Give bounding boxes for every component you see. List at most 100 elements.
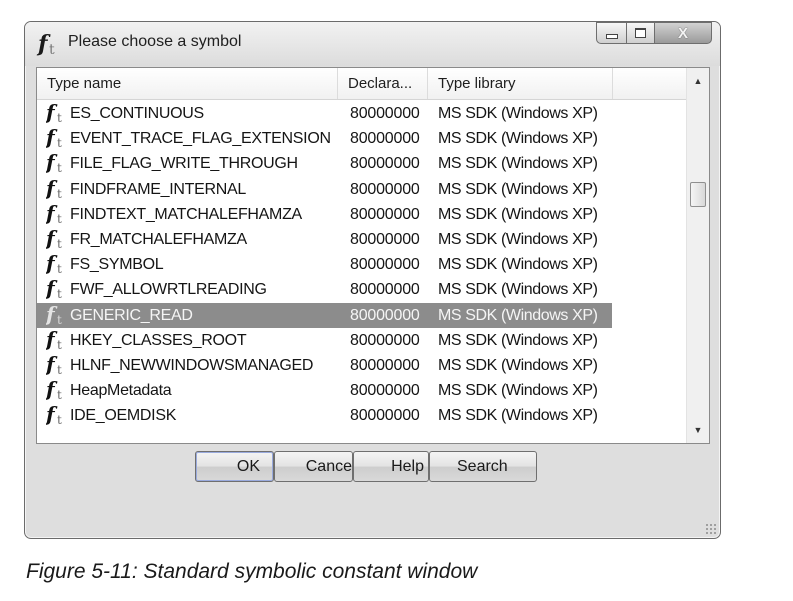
row-type-library: MS SDK (Windows XP) [438,105,598,122]
vertical-scrollbar[interactable]: ▲ ▼ [686,68,709,443]
row-type-name: GENERIC_READ [70,306,193,324]
resize-grip-icon[interactable] [705,523,717,535]
column-header-filler [613,68,687,99]
function-symbol-icon: ft [46,151,62,176]
column-header-declaration[interactable]: Declara... [338,68,428,99]
row-type-name: HeapMetadata [70,382,172,400]
row-declaration: 80000000 [350,155,420,173]
row-declaration: 80000000 [350,281,420,299]
row-type-library: MS SDK (Windows XP) [438,130,598,148]
table-row[interactable]: f t IDE_OEMDISK 80000000 MS SDK (Windows XP) [37,403,687,428]
row-type-library: MS SDK (Windows XP) [438,356,598,374]
scroll-thumb[interactable] [690,182,706,207]
row-type-library: MS SDK (Windows XP) [438,306,598,324]
column-header-type-name[interactable]: Type name [37,68,338,99]
row-icon-cell: ft [46,378,70,403]
row-icon-cell: ft [46,101,70,126]
row-type-name: FWF_ALLOWRTLREADING [70,281,267,299]
minimize-icon [605,33,618,39]
row-type-library: MS SDK (Windows XP) [438,230,598,248]
table-row[interactable]: f t ES_CONTINUOUS 80000000 MS SDK (Windows X… [37,101,687,126]
arrow-up-icon: ▲ [693,76,703,86]
function-symbol-icon: ft [46,201,62,226]
function-symbol-icon: ft [46,277,62,302]
row-icon-cell: ft [46,252,70,277]
table-row[interactable]: f t HLNF_NEWWINDOWSMANAGED 80000000 MS SDK (… [37,353,687,378]
search-button[interactable]: Search [429,451,537,482]
row-declaration: 80000000 [350,130,420,148]
table-row[interactable]: f t FINDFRAME_INTERNAL 80000000 MS SDK (Wind… [37,177,687,202]
row-type-name: ES_CONTINUOUS [70,105,204,122]
table-row[interactable]: f t FINDTEXT_MATCHALEFHAMZA 80000000 MS SDK … [37,202,687,227]
title-bar[interactable]: ft Please choose a symbol X [25,22,720,66]
scroll-down-button[interactable]: ▼ [687,419,709,441]
cancel-button[interactable]: Cance [274,451,353,482]
table-row[interactable]: f t FWF_ALLOWRTLREADING 80000000 MS SDK (Win… [37,277,687,302]
row-type-name: FINDTEXT_MATCHALEFHAMZA [70,205,302,223]
row-type-name: FINDFRAME_INTERNAL [70,180,246,198]
table-row[interactable]: f t HeapMetadata 80000000 MS SDK (Windows XP… [37,378,687,403]
row-declaration: 80000000 [350,105,420,122]
row-icon-cell: ft [46,202,70,227]
list-header: Type name Declara... Type library [37,68,687,100]
row-type-name: IDE_OEMDISK [70,407,177,425]
table-row[interactable]: f t FR_MATCHALEFHAMZA 80000000 MS SDK (Windo… [37,227,687,252]
column-header-type-library[interactable]: Type library [428,68,613,99]
minimize-button[interactable] [596,22,626,44]
row-type-library: MS SDK (Windows XP) [438,331,598,349]
function-symbol-icon: ft [46,101,62,125]
row-declaration: 80000000 [350,256,420,274]
function-symbol-icon: ft [46,226,62,251]
row-type-library: MS SDK (Windows XP) [438,155,598,173]
function-symbol-icon: ft [46,378,62,403]
function-symbol-icon: ft [46,302,62,327]
row-type-name: FS_SYMBOL [70,256,164,274]
table-row[interactable]: f t HKEY_CLASSES_ROOT 80000000 MS SDK (Windo… [37,328,687,353]
table-row[interactable]: f t EVENT_TRACE_FLAG_EXTENSION 80000000 MS S… [37,126,687,151]
function-symbol-icon: ft [38,31,55,58]
figure-caption: Figure 5-11: Standard symbolic constant … [26,560,478,583]
close-icon: X [677,24,688,42]
function-symbol-icon: ft [46,126,62,151]
row-icon-cell: ft [46,403,70,428]
row-type-library: MS SDK (Windows XP) [438,407,598,425]
row-icon-cell: ft [46,303,70,328]
scroll-up-button[interactable]: ▲ [687,70,709,92]
maximize-icon [635,28,646,38]
row-type-library: MS SDK (Windows XP) [438,180,598,198]
list-rows: f t ES_CONTINUOUS 80000000 MS SDK (Windows X… [37,101,687,428]
row-icon-cell: ft [46,177,70,202]
row-icon-cell: ft [46,151,70,176]
window-controls: X [596,22,712,46]
row-declaration: 80000000 [350,205,420,223]
row-declaration: 80000000 [350,331,420,349]
row-declaration: 80000000 [350,306,420,324]
symbol-dialog: ft Please choose a symbol X Type name De… [24,21,721,539]
row-type-name: EVENT_TRACE_FLAG_EXTENSION [70,130,331,148]
function-symbol-icon: ft [46,327,62,352]
table-row[interactable]: f t FILE_FLAG_WRITE_THROUGH 80000000 MS SDK … [37,151,687,176]
row-declaration: 80000000 [350,356,420,374]
row-declaration: 80000000 [350,407,420,425]
symbol-list[interactable]: Type name Declara... Type library f t ES_C… [36,67,710,444]
row-icon-cell: ft [46,126,70,151]
function-symbol-icon: ft [46,403,62,428]
table-row[interactable]: f t GENERIC_READ 80000000 MS SDK (Windows XP… [37,302,687,328]
row-declaration: 80000000 [350,382,420,400]
maximize-button[interactable] [626,22,654,44]
row-type-library: MS SDK (Windows XP) [438,382,598,400]
ok-button[interactable]: OK [195,451,274,482]
arrow-down-icon: ▼ [693,425,703,435]
window-title: Please choose a symbol [68,33,242,50]
row-icon-cell: ft [46,353,70,378]
help-button[interactable]: Help [353,451,429,482]
table-row[interactable]: f t FS_SYMBOL 80000000 MS SDK (Windows XP) [37,252,687,277]
row-declaration: 80000000 [350,180,420,198]
row-type-name: FILE_FLAG_WRITE_THROUGH [70,155,298,173]
row-type-library: MS SDK (Windows XP) [438,281,598,299]
row-type-name: HLNF_NEWWINDOWSMANAGED [70,356,314,374]
function-symbol-icon: ft [46,352,62,377]
row-icon-cell: ft [46,277,70,302]
function-symbol-icon: ft [46,252,62,277]
close-button[interactable]: X [654,22,712,44]
